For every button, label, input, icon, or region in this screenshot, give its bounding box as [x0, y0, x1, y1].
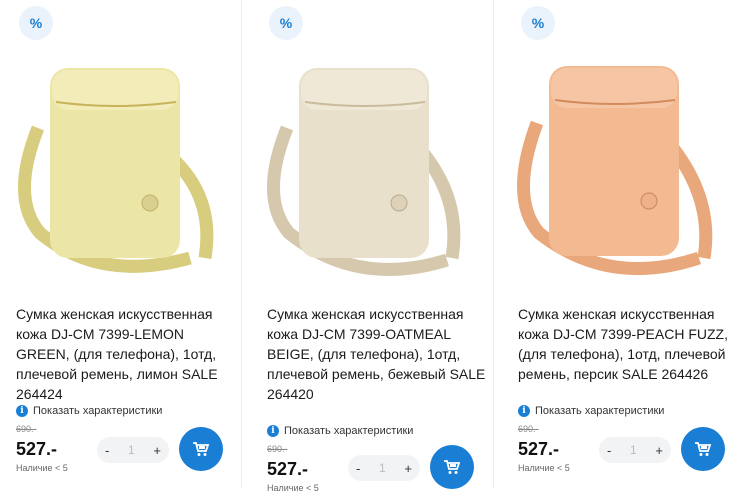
info-icon: i	[16, 405, 28, 417]
show-characteristics-link[interactable]: i Показать характеристики	[16, 405, 162, 417]
cart-icon	[444, 460, 461, 474]
old-price: 690.-	[16, 424, 37, 434]
cart-icon	[193, 442, 210, 456]
quantity-stepper: - 1 +	[97, 437, 169, 463]
quantity-value[interactable]: 1	[379, 461, 386, 475]
add-to-cart-button[interactable]	[430, 445, 474, 489]
quantity-stepper: - 1 +	[599, 437, 671, 463]
increase-button[interactable]: +	[404, 461, 412, 476]
old-price: 690.-	[518, 424, 539, 434]
decrease-button[interactable]: -	[607, 443, 611, 458]
quantity-value[interactable]: 1	[128, 443, 135, 457]
discount-badge: %	[269, 6, 303, 40]
characteristics-label: Показать характеристики	[535, 405, 665, 417]
show-characteristics-link[interactable]: i Показать характеристики	[518, 405, 664, 417]
product-image[interactable]	[499, 48, 739, 278]
product-title[interactable]: Сумка женская искусственная кожа DJ-CM 7…	[16, 304, 241, 404]
product-image[interactable]	[0, 48, 240, 278]
price: 527.-	[518, 439, 560, 459]
price: 527.-	[267, 459, 309, 479]
increase-button[interactable]: +	[153, 443, 161, 458]
increase-button[interactable]: +	[655, 443, 663, 458]
quantity-stepper: - 1 +	[348, 455, 420, 481]
characteristics-label: Показать характеристики	[284, 425, 414, 437]
product-image[interactable]	[247, 48, 487, 278]
info-icon: i	[518, 405, 530, 417]
characteristics-label: Показать характеристики	[33, 405, 163, 417]
old-price: 690.-	[267, 444, 288, 454]
discount-badge: %	[521, 6, 555, 40]
info-icon: i	[267, 425, 279, 437]
product-title[interactable]: Сумка женская искусственная кожа DJ-CM 7…	[267, 304, 492, 404]
stock-status: Наличие < 5	[267, 483, 319, 493]
price: 527.-	[16, 439, 58, 459]
product-card[interactable]: % Сумка женская искусственная кожа DJ-CM…	[242, 0, 493, 493]
add-to-cart-button[interactable]	[681, 427, 725, 471]
product-card[interactable]: % Сумка женская искусственная кожа DJ-CM…	[494, 0, 744, 488]
cart-icon	[695, 442, 712, 456]
show-characteristics-link[interactable]: i Показать характеристики	[267, 425, 413, 437]
decrease-button[interactable]: -	[105, 443, 109, 458]
product-title[interactable]: Сумка женская искусственная кожа DJ-CM 7…	[518, 304, 743, 384]
quantity-value[interactable]: 1	[630, 443, 637, 457]
add-to-cart-button[interactable]	[179, 427, 223, 471]
decrease-button[interactable]: -	[356, 461, 360, 476]
discount-badge: %	[19, 6, 53, 40]
product-card[interactable]: % Сумка женская искусственная кожа DJ-CM…	[0, 0, 241, 488]
stock-status: Наличие < 5	[518, 463, 570, 473]
stock-status: Наличие < 5	[16, 463, 68, 473]
